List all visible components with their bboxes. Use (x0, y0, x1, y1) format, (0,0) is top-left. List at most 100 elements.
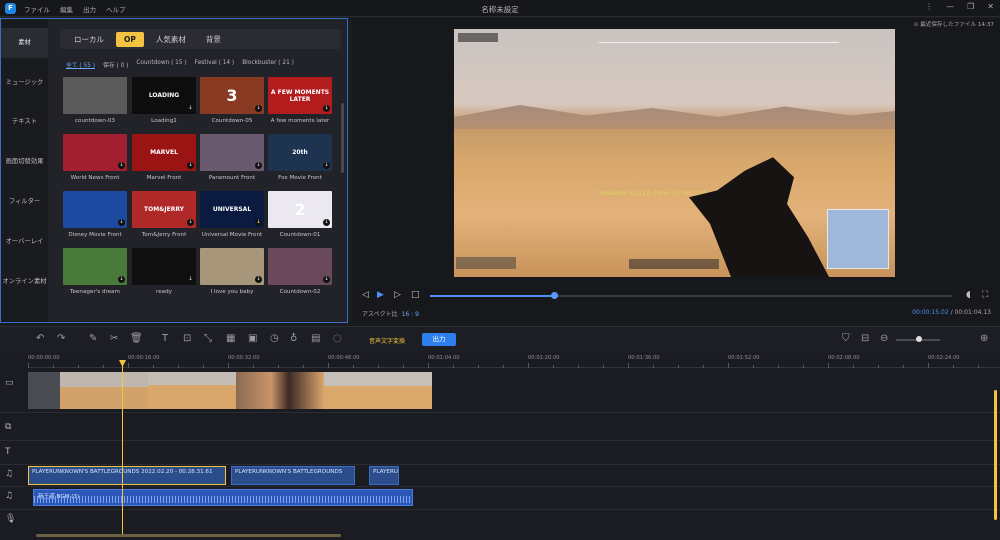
video-clip[interactable] (60, 372, 148, 409)
download-icon[interactable]: ↓ (255, 276, 262, 283)
zoom-out-icon[interactable]: ⊖ (880, 334, 888, 344)
zoom-slider[interactable] (896, 336, 940, 342)
fit-icon[interactable]: ⊟ (861, 334, 869, 344)
crop-icon[interactable]: ⊡ (183, 334, 191, 344)
download-icon[interactable]: ↓ (118, 219, 125, 226)
seek-bar[interactable] (430, 292, 952, 299)
media-thumbnail[interactable]: 20th ↓ Fox Movie Front (268, 134, 332, 192)
download-icon[interactable]: ↓ (323, 219, 330, 226)
tab-background[interactable]: 背景 (198, 31, 229, 48)
media-thumbnail[interactable]: ↓ World News Front (63, 134, 127, 192)
playhead[interactable] (122, 362, 123, 534)
minimize-icon[interactable]: — (946, 2, 954, 11)
media-thumbnail[interactable]: MARVEL ↓ Marvel Front (132, 134, 196, 192)
sidebar-item-filters[interactable]: フィルター (1, 187, 48, 217)
audio-clip[interactable]: PLAYERUNKNOWN'S BATTLEGROUNDS (231, 466, 355, 485)
next-frame-icon[interactable]: ▷ (394, 290, 401, 300)
video-preview[interactable]: IMBRAVE KILLED PIEW 10 SECONDS (454, 29, 895, 277)
sidebar-item-music[interactable]: ミュージック (1, 68, 48, 98)
filter-all[interactable]: 全て ( 55 ) (66, 60, 95, 69)
media-thumbnail[interactable]: ↓ Teenager's dream (63, 248, 127, 306)
cut-icon[interactable]: ✂ (110, 334, 118, 344)
redo-icon[interactable]: ↷ (57, 334, 65, 344)
speech-to-text-button[interactable]: 音声文字変換 (369, 336, 405, 345)
export-button[interactable]: 出力 (422, 333, 456, 346)
menu-help[interactable]: ヘルプ (106, 4, 126, 14)
prev-frame-icon[interactable]: ◁ (362, 290, 369, 300)
video-clip[interactable] (148, 372, 236, 409)
audio-clip[interactable]: PLAYERU (369, 466, 399, 485)
download-icon[interactable]: ↓ (187, 162, 194, 169)
download-icon[interactable]: ↓ (255, 219, 262, 226)
timeline-horizontal-scrollbar[interactable] (36, 534, 341, 537)
sidebar-item-media[interactable]: 素材 (1, 28, 48, 58)
download-icon[interactable]: ↓ (255, 162, 262, 169)
time-ruler[interactable]: 00:00:00.00 00:00:16.00 00:00:32.00 00:00:4… (28, 352, 1000, 368)
fullscreen-icon[interactable]: ⛶ (982, 290, 988, 300)
library-scrollbar[interactable] (341, 103, 344, 173)
sidebar-item-online[interactable]: オンライン素材 (1, 267, 48, 297)
menu-file[interactable]: ファイル (24, 4, 50, 14)
tab-op[interactable]: OP (116, 31, 144, 47)
media-thumbnail[interactable]: 2 ↓ Countdown-01 (268, 191, 332, 249)
media-thumbnail[interactable]: TOM&JERRY ↓ Tom&Jerry Front (132, 191, 196, 249)
text-icon[interactable]: T (162, 334, 168, 344)
video-clip[interactable] (324, 372, 432, 409)
speed-icon[interactable]: ◷ (270, 334, 279, 344)
undo-icon[interactable]: ↶ (36, 334, 44, 344)
media-thumbnail[interactable]: ↓ Paramount Front (200, 134, 264, 192)
screen-record-icon[interactable]: ▤ (311, 334, 320, 344)
download-icon[interactable]: ↓ (187, 219, 194, 226)
mic-icon[interactable]: ♁ (290, 334, 297, 344)
media-thumbnail[interactable]: 3 ↓ Countdown-05 (200, 77, 264, 135)
music-clip[interactable]: 新王道 BGM (3) (33, 489, 413, 506)
download-icon[interactable]: ↓ (323, 162, 330, 169)
media-thumbnail[interactable]: ↓ Disney Movie Front (63, 191, 127, 249)
resize-icon[interactable]: ⤡ (204, 334, 212, 344)
download-icon[interactable]: ↓ (255, 105, 262, 112)
audio-clip[interactable]: PLAYERUNKNOWN'S BATTLEGROUNDS 2022.02.20… (28, 466, 226, 485)
delete-icon[interactable]: 🗑 (130, 334, 143, 344)
zoom-handle[interactable] (916, 336, 922, 342)
timeline-vertical-scrollbar[interactable] (994, 390, 997, 520)
filter-saved[interactable]: 保存 ( 0 ) (103, 60, 128, 69)
download-icon[interactable]: ↓ (118, 162, 125, 169)
play-icon[interactable]: ▶ (377, 290, 384, 300)
mosaic-icon[interactable]: ▦ (226, 334, 235, 344)
media-thumbnail[interactable]: UNIVERSAL ↓ Universal Movie Front (200, 191, 264, 249)
shield-icon[interactable]: ⛉ (842, 334, 850, 344)
sidebar-item-overlay[interactable]: オーバーレイ (1, 227, 48, 257)
download-icon[interactable]: ↓ (323, 105, 330, 112)
download-icon[interactable]: ↓ (323, 276, 330, 283)
filter-festival[interactable]: Festival ( 14 ) (195, 60, 235, 69)
pen-icon[interactable]: ✎ (89, 334, 97, 344)
media-thumbnail[interactable]: A FEW MOMENTS LATER ↓ A few moments later (268, 77, 332, 135)
stop-icon[interactable]: □ (411, 290, 420, 300)
aspect-value[interactable]: 16 : 9 (402, 311, 419, 318)
sidebar-item-text[interactable]: テキスト (1, 107, 48, 137)
more-icon[interactable]: ⋮ (925, 2, 933, 11)
filter-countdown[interactable]: Countdown ( 15 ) (136, 60, 186, 69)
video-clip[interactable] (236, 372, 324, 409)
volume-icon[interactable]: ◖ (966, 290, 971, 300)
zoom-in-icon[interactable]: ⊕ (980, 334, 988, 344)
download-icon[interactable]: ↓ (187, 276, 194, 283)
effect-icon[interactable]: ◌ (333, 334, 342, 344)
media-thumbnail[interactable]: LOADING ↓ Loading1 (132, 77, 196, 135)
tab-popular[interactable]: 人気素材 (148, 31, 194, 48)
sidebar-item-transitions[interactable]: 画面切替効果 (1, 147, 48, 177)
menu-export[interactable]: 出力 (83, 4, 96, 14)
maximize-icon[interactable]: ❐ (967, 2, 974, 11)
download-icon[interactable]: ↓ (187, 105, 194, 112)
media-thumbnail[interactable]: ↓ ready (132, 248, 196, 306)
media-thumbnail[interactable]: ↓ I love you baby (200, 248, 264, 306)
media-thumbnail[interactable]: ↓ Countdown-02 (268, 248, 332, 306)
freeze-icon[interactable]: ▣ (248, 334, 257, 344)
media-thumbnail[interactable]: countdown-03 (63, 77, 127, 135)
video-clip[interactable] (28, 372, 60, 409)
tab-local[interactable]: ローカル (66, 31, 112, 48)
download-icon[interactable]: ↓ (118, 276, 125, 283)
seek-handle[interactable] (551, 292, 559, 299)
filter-blockbuster[interactable]: Blockbuster ( 21 ) (242, 60, 294, 69)
menu-edit[interactable]: 編集 (60, 4, 73, 14)
